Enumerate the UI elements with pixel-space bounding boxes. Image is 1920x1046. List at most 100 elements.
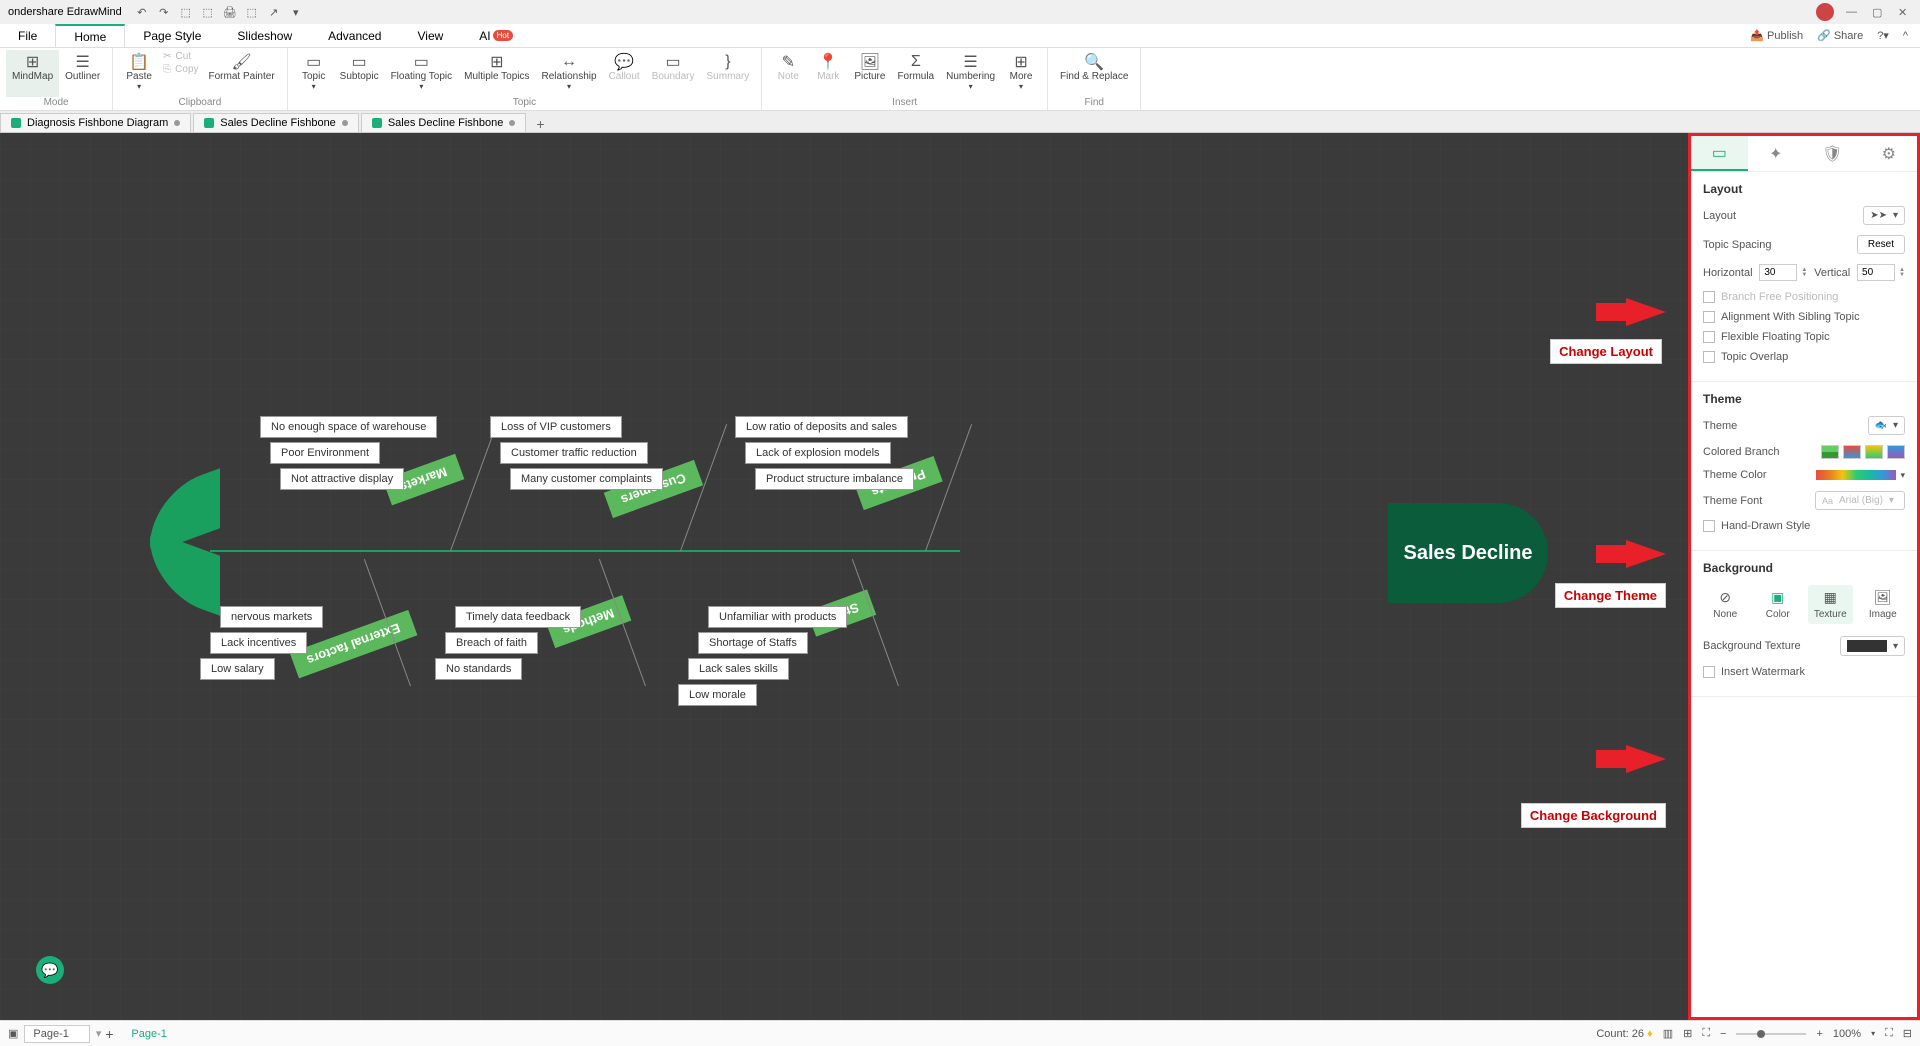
branch-style-1[interactable] — [1821, 445, 1839, 459]
doctab-0[interactable]: Diagnosis Fishbone Diagram — [0, 113, 191, 132]
flex-float-checkbox[interactable] — [1703, 331, 1715, 343]
zoom-out-button[interactable]: − — [1720, 1028, 1726, 1040]
menu-page-style[interactable]: Page Style — [125, 24, 219, 47]
undo-button[interactable]: ↶ — [134, 4, 150, 20]
doctab-1[interactable]: Sales Decline Fishbone — [193, 113, 359, 132]
zoom-slider[interactable] — [1736, 1033, 1806, 1035]
bg-image-button[interactable]: 🖼Image — [1861, 585, 1906, 624]
cause-box[interactable]: Poor Environment — [270, 442, 380, 464]
mindmap-mode-button[interactable]: ⊞MindMap — [6, 50, 59, 97]
bg-none-button[interactable]: ⊘None — [1703, 585, 1748, 624]
formula-button[interactable]: ΣFormula — [891, 50, 940, 97]
qat-more[interactable]: ▾ — [288, 4, 304, 20]
page-tab[interactable]: Page-1 — [117, 1028, 180, 1040]
theme-font-selector[interactable]: AaArial (Big)▾ — [1815, 491, 1905, 510]
cause-box[interactable]: Breach of faith — [445, 632, 538, 654]
cause-box[interactable]: Product structure imbalance — [755, 468, 914, 490]
menu-slideshow[interactable]: Slideshow — [219, 24, 310, 47]
numbering-button[interactable]: ☰Numbering▾ — [940, 50, 1001, 97]
theme-selector[interactable]: 🐟▾ — [1868, 416, 1905, 435]
branch-style-4[interactable] — [1887, 445, 1905, 459]
qat-btn-6[interactable]: ⬚ — [244, 4, 260, 20]
collapse-ribbon[interactable]: ^ — [1903, 29, 1908, 42]
summary-button[interactable]: }Summary — [701, 50, 756, 97]
publish-button[interactable]: 📤 Publish — [1750, 29, 1803, 42]
cause-box[interactable]: Timely data feedback — [455, 606, 581, 628]
branch-style-3[interactable] — [1865, 445, 1883, 459]
redo-button[interactable]: ↷ — [156, 4, 172, 20]
menu-home[interactable]: Home — [55, 24, 125, 47]
add-doctab-button[interactable]: + — [528, 116, 552, 132]
support-chat-button[interactable]: 💬 — [36, 956, 64, 984]
cause-box[interactable]: Lack of explosion models — [745, 442, 891, 464]
multiple-topics-button[interactable]: ⊞Multiple Topics — [458, 50, 535, 97]
boundary-button[interactable]: ▭Boundary — [646, 50, 701, 97]
texture-selector[interactable]: ▾ — [1840, 636, 1905, 656]
callout-button[interactable]: 💬Callout — [603, 50, 646, 97]
hand-drawn-checkbox[interactable] — [1703, 520, 1715, 532]
cause-box[interactable]: No standards — [435, 658, 522, 680]
user-avatar[interactable] — [1816, 3, 1834, 21]
cause-box[interactable]: Many customer complaints — [510, 468, 663, 490]
sb-view-1[interactable]: ▥ — [1663, 1027, 1673, 1040]
watermark-checkbox[interactable] — [1703, 666, 1715, 678]
help-button[interactable]: ?▾ — [1877, 29, 1889, 42]
canvas[interactable]: Sales Decline MarketsNo enough space of … — [0, 133, 1688, 1020]
note-button[interactable]: ✎Note — [768, 50, 808, 97]
cause-box[interactable]: Customer traffic reduction — [500, 442, 648, 464]
format-painter-button[interactable]: 🖌Format Painter — [203, 50, 281, 97]
h-spinner[interactable]: ▲▼ — [1801, 268, 1807, 278]
menu-file[interactable]: File — [0, 24, 55, 47]
cause-box[interactable]: Low morale — [678, 684, 757, 706]
align-sibling-checkbox[interactable] — [1703, 311, 1715, 323]
fullscreen-button[interactable]: ⛶ — [1885, 1027, 1893, 1040]
close-button[interactable]: ✕ — [1898, 6, 1912, 19]
branch-style-2[interactable] — [1843, 445, 1861, 459]
picture-button[interactable]: 🖼Picture — [848, 50, 891, 97]
find-replace-button[interactable]: 🔍Find & Replace — [1054, 50, 1134, 97]
mark-button[interactable]: 📍Mark — [808, 50, 848, 97]
more-button[interactable]: ⊞More▾ — [1001, 50, 1041, 97]
bg-texture-button[interactable]: ▦Texture — [1808, 585, 1853, 624]
zoom-in-button[interactable]: + — [1816, 1028, 1822, 1040]
share-button[interactable]: 🔗 Share — [1817, 29, 1863, 42]
copy-button[interactable]: ⎘Copy — [159, 63, 202, 76]
panel-tab-page[interactable]: ▭ — [1691, 136, 1748, 171]
theme-color-picker[interactable] — [1816, 470, 1896, 480]
topic-overlap-checkbox[interactable] — [1703, 351, 1715, 363]
sb-fit[interactable]: ⛶ — [1702, 1027, 1710, 1040]
cause-box[interactable]: Low ratio of deposits and sales — [735, 416, 908, 438]
subtopic-button[interactable]: ▭Subtopic — [334, 50, 385, 97]
page-panel-toggle[interactable]: ▣ — [8, 1027, 18, 1040]
cut-button[interactable]: ✂Cut — [159, 50, 202, 63]
qat-btn-3[interactable]: ⬚ — [178, 4, 194, 20]
export-button[interactable]: ↗ — [266, 4, 282, 20]
cause-box[interactable]: Loss of VIP customers — [490, 416, 622, 438]
cause-box[interactable]: Not attractive display — [280, 468, 404, 490]
cause-box[interactable]: Shortage of Staffs — [698, 632, 808, 654]
v-spinner[interactable]: ▲▼ — [1899, 268, 1905, 278]
menu-ai[interactable]: AIHot — [461, 24, 531, 47]
panel-tab-security[interactable]: 🛡 — [1804, 136, 1861, 171]
relationship-button[interactable]: ↔Relationship▾ — [536, 50, 603, 97]
reset-spacing-button[interactable]: Reset — [1857, 235, 1905, 254]
minimize-button[interactable]: — — [1846, 6, 1860, 18]
horizontal-spacing-input[interactable] — [1759, 264, 1797, 281]
add-page-button[interactable]: + — [101, 1026, 117, 1042]
cause-box[interactable]: No enough space of warehouse — [260, 416, 437, 438]
layout-selector[interactable]: ➤➤▾ — [1863, 206, 1905, 225]
cause-box[interactable]: Lack incentives — [210, 632, 307, 654]
cause-box[interactable]: Lack sales skills — [688, 658, 789, 680]
page-selector[interactable]: Page-1 — [24, 1025, 89, 1043]
paste-button[interactable]: 📋Paste▾ — [119, 50, 159, 97]
doctab-2[interactable]: Sales Decline Fishbone — [361, 113, 527, 132]
cause-box[interactable]: Low salary — [200, 658, 275, 680]
sb-btn-last[interactable]: ⊟ — [1903, 1027, 1912, 1040]
vertical-spacing-input[interactable] — [1857, 264, 1895, 281]
fishbone-head[interactable]: Sales Decline — [1388, 503, 1548, 603]
print-button[interactable]: 🖨 — [222, 4, 238, 20]
menu-advanced[interactable]: Advanced — [310, 24, 399, 47]
panel-tab-style[interactable]: ✦ — [1748, 136, 1805, 171]
cause-box[interactable]: Unfamiliar with products — [708, 606, 847, 628]
sb-view-2[interactable]: ⊞ — [1683, 1027, 1692, 1040]
